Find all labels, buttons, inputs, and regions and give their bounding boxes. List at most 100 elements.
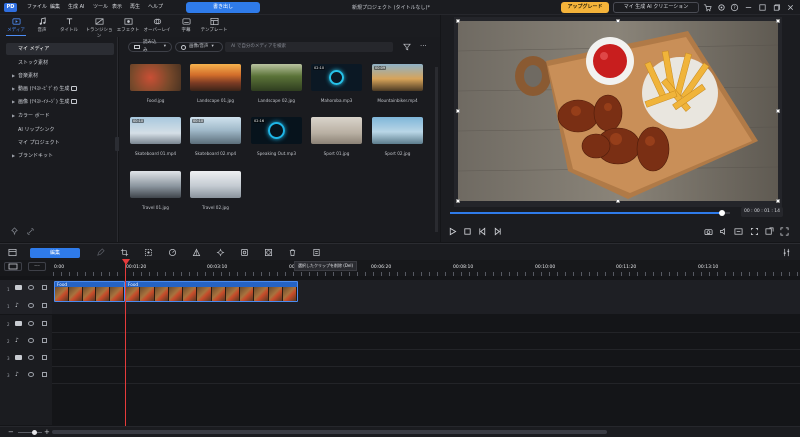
resize-handle[interactable] xyxy=(776,19,780,23)
resize-handle[interactable] xyxy=(776,109,780,113)
eye-icon[interactable] xyxy=(28,285,34,290)
tab-audio[interactable]: 音声 xyxy=(28,16,56,36)
crop-icon[interactable] xyxy=(120,248,129,257)
sidebar-item-text-to-image[interactable]: ▶ 画像 (ﾃｷｽﾄ-ｲﾒｰｼﾞ) 生成 xyxy=(0,96,118,108)
play-icon[interactable] xyxy=(448,227,457,236)
media-thumb-landscape-02[interactable] xyxy=(251,64,302,91)
media-thumb-skateboard-01[interactable]: 00:10 xyxy=(130,117,181,144)
link-icon[interactable] xyxy=(26,227,35,236)
timeline-clip[interactable]: Food xyxy=(54,281,125,302)
more-options-icon[interactable]: ··· xyxy=(420,42,427,50)
upgrade-button[interactable]: アップグレード xyxy=(561,2,609,13)
lock-icon[interactable] xyxy=(42,338,47,343)
menu-edit[interactable]: 編集 xyxy=(50,3,60,10)
seekbar-knob[interactable] xyxy=(718,210,725,216)
filter-dropdown[interactable]: 画像/音声 ▾ xyxy=(175,42,223,52)
tab-effect[interactable]: エフェクト xyxy=(114,16,142,36)
sidebar-item-my-media[interactable]: マイ メディア xyxy=(6,43,114,55)
speed-icon[interactable] xyxy=(168,248,177,257)
menu-playback[interactable]: 再生 xyxy=(130,3,140,10)
timeline-clip[interactable]: Food xyxy=(125,281,298,302)
speaker-icon[interactable] xyxy=(28,338,34,343)
tab-template[interactable]: テンプレート xyxy=(200,16,228,36)
resize-handle[interactable] xyxy=(456,109,460,113)
zoom-slider[interactable] xyxy=(18,432,42,433)
playhead[interactable] xyxy=(125,260,126,426)
maximize-icon[interactable] xyxy=(758,3,767,12)
resize-handle[interactable] xyxy=(616,199,620,203)
stop-icon[interactable] xyxy=(463,227,472,236)
volume-icon[interactable] xyxy=(719,227,728,236)
funnel-icon[interactable] xyxy=(403,43,411,51)
media-thumb-speaking-out[interactable]: 02:16 xyxy=(251,117,302,144)
resize-handle[interactable] xyxy=(616,19,620,23)
settings-icon[interactable] xyxy=(717,3,726,12)
pin-icon[interactable] xyxy=(10,227,19,236)
lock-icon[interactable] xyxy=(42,321,47,326)
fullscreen-icon[interactable] xyxy=(780,227,789,236)
pencil-icon[interactable] xyxy=(96,248,105,257)
resize-handle[interactable] xyxy=(456,199,460,203)
help-icon[interactable]: ? xyxy=(730,3,739,12)
display-quality-icon[interactable] xyxy=(734,227,743,236)
track-manager-button[interactable] xyxy=(4,262,22,271)
minimize-icon[interactable] xyxy=(744,3,753,12)
tab-overlay[interactable]: オーバーレイ xyxy=(143,16,171,36)
sidebar-item-text-to-video[interactable]: ▶ 動画 (ﾃｷｽﾄ-ﾋﾞﾃﾞｵ) 生成 xyxy=(0,83,118,95)
menu-help[interactable]: ヘルプ xyxy=(148,3,163,10)
restore-icon[interactable] xyxy=(772,3,781,12)
zoom-in-icon[interactable]: + xyxy=(44,427,50,437)
media-thumb-mountainbiker[interactable]: 00:09 xyxy=(372,64,423,91)
trash-icon[interactable] xyxy=(288,248,297,257)
tab-title[interactable]: タイトル xyxy=(55,16,83,36)
video-preview[interactable] xyxy=(456,19,780,203)
speaker-icon[interactable] xyxy=(28,372,34,377)
ai-creations-button[interactable]: マイ 生成 AI クリエーション xyxy=(613,2,699,13)
media-thumb-mahoroba[interactable]: 02:10 xyxy=(311,64,362,91)
media-thumb-skateboard-02[interactable]: 00:10 xyxy=(190,117,241,144)
media-thumb-food[interactable] xyxy=(130,64,181,91)
cart-icon[interactable] xyxy=(703,3,712,12)
ai-tools-icon[interactable] xyxy=(240,248,249,257)
sidebar-item-music[interactable]: ▶ 音楽素材 xyxy=(0,70,118,82)
eye-icon[interactable] xyxy=(28,355,34,360)
menu-view[interactable]: 表示 xyxy=(112,3,122,10)
ai-crop-icon[interactable] xyxy=(144,248,153,257)
timeline-view-icon[interactable] xyxy=(8,248,17,257)
export-button[interactable]: 書き出し xyxy=(186,2,260,13)
sidebar-item-brand-kit[interactable]: ▶ ブランドキット xyxy=(0,150,118,162)
sidebar-item-color-board[interactable]: ▶ カラー ボード xyxy=(0,110,118,122)
tab-transition[interactable]: トランジション xyxy=(85,16,113,39)
media-search-input[interactable]: AI で自分のメディアを検索 xyxy=(225,42,393,52)
media-thumb-landscape-01[interactable] xyxy=(190,64,241,91)
menu-generative-ai[interactable]: 生成 AI xyxy=(68,3,85,10)
mask-icon[interactable] xyxy=(264,248,273,257)
library-scrollbar[interactable] xyxy=(435,67,438,232)
media-thumb-sport-02[interactable] xyxy=(372,117,423,144)
timecode-display[interactable]: 00 : 00 : 01 : 14 xyxy=(741,207,783,217)
undock-icon[interactable] xyxy=(765,227,774,236)
resize-handle[interactable] xyxy=(456,19,460,23)
previous-frame-icon[interactable] xyxy=(478,227,487,236)
sidebar-item-my-project[interactable]: マイ プロジェクト xyxy=(0,137,118,149)
timeline-ruler[interactable]: ··· 0:00 00:01:20 00:03:10 00:05:00 00:0… xyxy=(0,260,800,276)
keyframe-icon[interactable] xyxy=(192,248,201,257)
timeline-horizontal-scrollbar[interactable] xyxy=(52,430,607,434)
zoom-out-icon[interactable]: − xyxy=(8,427,14,437)
lock-icon[interactable] xyxy=(42,372,47,377)
media-thumb-travel-02[interactable] xyxy=(190,171,241,198)
playhead-marker[interactable] xyxy=(122,259,130,265)
menu-tools[interactable]: ツール xyxy=(93,3,108,10)
eye-icon[interactable] xyxy=(28,321,34,326)
color-adjust-icon[interactable] xyxy=(216,248,225,257)
preview-seekbar[interactable] xyxy=(450,212,730,214)
tab-media[interactable]: メディア xyxy=(2,16,30,36)
mixer-icon[interactable] xyxy=(782,248,791,257)
edit-properties-icon[interactable] xyxy=(312,248,321,257)
media-thumb-sport-01[interactable] xyxy=(311,117,362,144)
snapshot-icon[interactable] xyxy=(704,227,713,236)
menu-file[interactable]: ファイル xyxy=(27,3,47,10)
lock-icon[interactable] xyxy=(42,285,47,290)
import-dropdown[interactable]: 読み込み ▾ xyxy=(128,40,172,53)
aspect-ratio-icon[interactable] xyxy=(750,227,759,236)
